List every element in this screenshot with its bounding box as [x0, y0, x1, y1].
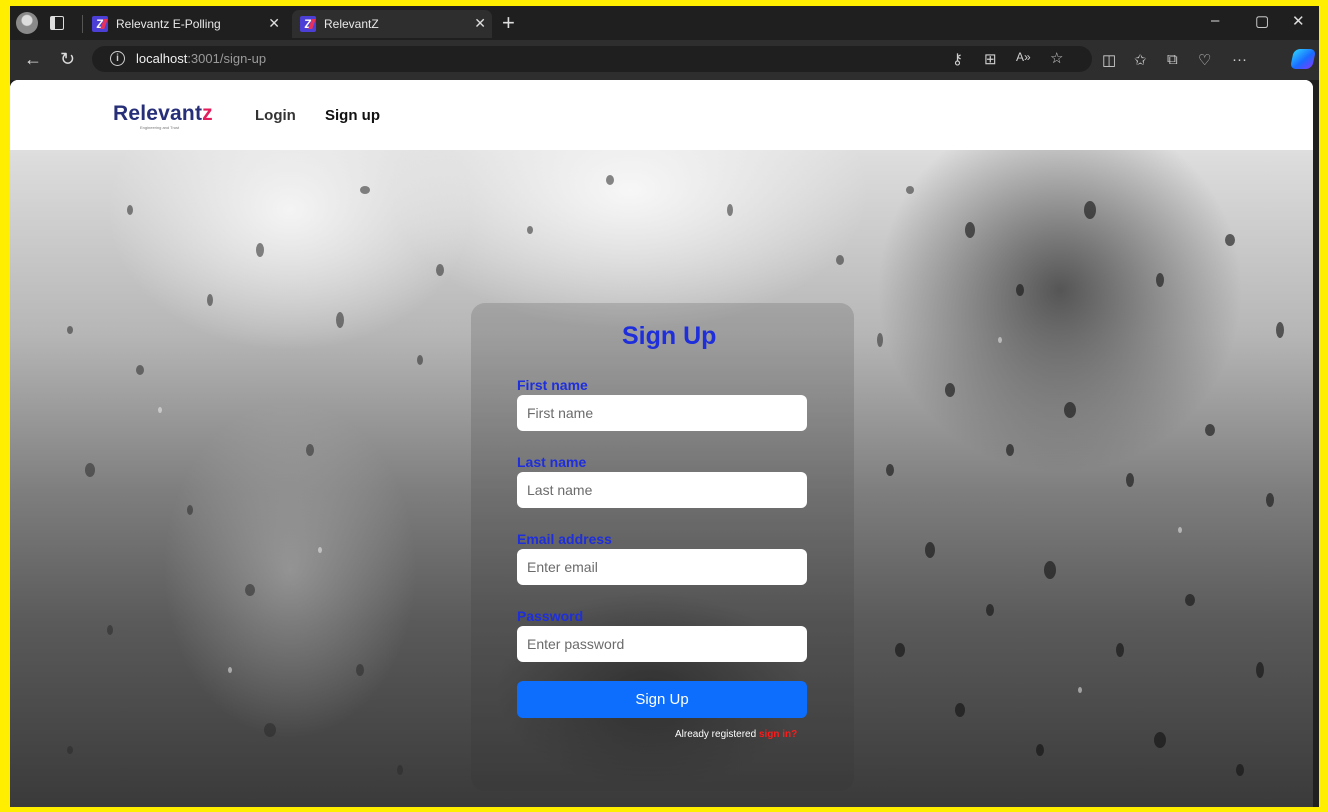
address-toolbar: ← ↻ i localhost:3001/sign-up ⚷ ⊞ A» ☆ ◫ …	[10, 40, 1319, 80]
relevantz-favicon-icon: Z	[300, 16, 316, 32]
more-menu-icon[interactable]: ···	[1232, 51, 1247, 68]
rain-background-image: Sign Up First name Last name Email addre…	[10, 150, 1313, 807]
site-navbar: Relevantz Engineering and Trust Login Si…	[10, 80, 1313, 150]
site-info-icon[interactable]: i	[110, 51, 125, 66]
email-label: Email address	[517, 531, 612, 547]
form-title: Sign Up	[622, 322, 717, 350]
logo-tagline: Engineering and Trust	[140, 125, 180, 130]
relevantz-logo[interactable]: Relevantz	[113, 102, 213, 126]
web-page: Relevantz Engineering and Trust Login Si…	[10, 80, 1313, 807]
minimize-icon[interactable]: –	[1211, 12, 1219, 29]
close-tab-icon[interactable]: ✕	[474, 15, 486, 32]
collections-icon[interactable]: ⧉	[1167, 51, 1178, 68]
tab-actions-icon[interactable]	[50, 16, 64, 30]
tab-relevantz-e-polling[interactable]: Z Relevantz E-Polling ✕	[90, 10, 286, 38]
favorite-star-icon[interactable]: ☆	[1050, 49, 1063, 67]
key-icon[interactable]: ⚷	[952, 50, 963, 68]
tab-relevantz[interactable]: Z RelevantZ ✕	[292, 10, 492, 38]
password-label: Password	[517, 608, 584, 624]
tab-divider	[82, 15, 83, 33]
tab-title: RelevantZ	[324, 17, 379, 31]
last-name-label: Last name	[517, 454, 587, 470]
copilot-icon[interactable]	[1289, 49, 1317, 69]
browser-window: Z Relevantz E-Polling ✕ Z RelevantZ ✕ + …	[10, 6, 1319, 807]
already-registered-text: Already registered sign in?	[675, 729, 798, 740]
refresh-icon[interactable]: ↻	[60, 49, 75, 70]
last-name-input[interactable]	[517, 472, 807, 508]
close-window-icon[interactable]: ✕	[1292, 12, 1305, 30]
new-tab-icon[interactable]: +	[502, 10, 515, 36]
signup-submit-button[interactable]: Sign Up	[517, 681, 807, 718]
email-input[interactable]	[517, 549, 807, 585]
nav-signup-link[interactable]: Sign up	[325, 107, 380, 124]
profile-avatar-icon[interactable]	[16, 12, 38, 34]
read-aloud-icon[interactable]: A»	[1016, 50, 1031, 64]
relevantz-favicon-icon: Z	[92, 16, 108, 32]
password-input[interactable]	[517, 626, 807, 662]
signin-link[interactable]: sign in?	[759, 729, 797, 740]
maximize-icon[interactable]: ▢	[1255, 12, 1269, 30]
apps-icon[interactable]: ⊞	[984, 50, 997, 68]
first-name-input[interactable]	[517, 395, 807, 431]
browser-essentials-icon[interactable]: ♡	[1198, 51, 1211, 69]
favorites-icon[interactable]: ✩	[1134, 51, 1147, 69]
tab-strip: Z Relevantz E-Polling ✕ Z RelevantZ ✕ + …	[10, 6, 1319, 40]
back-icon[interactable]: ←	[24, 49, 42, 70]
tab-title: Relevantz E-Polling	[116, 17, 221, 31]
nav-login-link[interactable]: Login	[255, 107, 296, 124]
url-text[interactable]: localhost:3001/sign-up	[136, 51, 266, 66]
address-bar[interactable]: i localhost:3001/sign-up ⚷ ⊞ A» ☆	[92, 46, 1092, 72]
split-screen-icon[interactable]: ◫	[1102, 51, 1116, 69]
close-tab-icon[interactable]: ✕	[268, 15, 280, 32]
first-name-label: First name	[517, 377, 588, 393]
